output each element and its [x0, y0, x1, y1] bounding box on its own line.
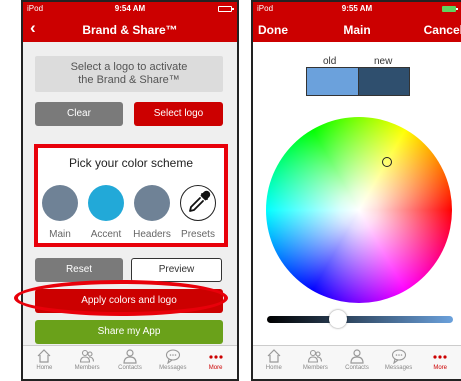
- color-scheme-panel: Pick your color scheme Main Accent Heade…: [34, 144, 228, 247]
- presets-label: Presets: [181, 229, 215, 240]
- color-wheel[interactable]: [266, 117, 452, 303]
- new-color-label: new: [374, 56, 393, 67]
- tab-bar: Home Members Contacts Messages More: [253, 345, 461, 379]
- contacts-icon: [109, 348, 151, 364]
- messages-icon: [152, 348, 194, 364]
- reset-button[interactable]: Reset: [35, 258, 123, 282]
- preview-button[interactable]: Preview: [131, 258, 222, 282]
- page-title: Brand & Share™: [82, 23, 178, 37]
- tab-label: Contacts: [345, 365, 369, 371]
- color-picker-screen: iPod 9:55 AM Done Main Cancel old new Ho…: [251, 0, 461, 381]
- cancel-button[interactable]: Cancel: [424, 23, 461, 37]
- presets-button[interactable]: [180, 185, 216, 221]
- tab-label: Messages: [384, 365, 413, 371]
- tab-label: Messages: [159, 365, 187, 371]
- tab-label: More: [208, 365, 223, 371]
- tab-label: Home: [265, 365, 282, 371]
- more-icon: [195, 348, 237, 364]
- logo-prompt-line2: the Brand & Share™: [78, 74, 180, 86]
- eyedropper-icon: [189, 190, 211, 212]
- members-icon: [66, 348, 108, 364]
- new-color-swatch: [359, 67, 410, 96]
- old-color-swatch: [306, 67, 359, 96]
- tab-messages[interactable]: Messages: [152, 348, 194, 371]
- tab-label: More: [433, 365, 448, 371]
- members-icon: [294, 348, 336, 364]
- messages-icon: [378, 348, 420, 364]
- tab-label: Members: [74, 365, 100, 371]
- nav-bar: Done Main Cancel: [253, 16, 461, 42]
- logo-prompt-line1: Select a logo to activate: [70, 61, 188, 73]
- tab-more[interactable]: More: [195, 348, 237, 371]
- tab-more[interactable]: More: [419, 348, 461, 371]
- main-color-label: Main: [49, 229, 71, 240]
- brightness-slider[interactable]: [267, 316, 453, 323]
- accent-color-swatch[interactable]: [88, 185, 124, 221]
- tab-label: Members: [302, 365, 328, 371]
- brand-share-screen: iPod 9:54 AM ‹ Brand & Share™ Select a l…: [21, 0, 239, 381]
- status-time: 9:55 AM: [341, 4, 373, 13]
- brightness-slider-knob[interactable]: [329, 310, 347, 328]
- status-bar: iPod 9:54 AM: [23, 2, 237, 16]
- more-icon: [419, 348, 461, 364]
- headers-color-label: Headers: [133, 229, 171, 240]
- tab-messages[interactable]: Messages: [378, 348, 420, 371]
- home-icon: [253, 348, 295, 364]
- status-bar: iPod 9:55 AM: [253, 2, 461, 16]
- clear-button[interactable]: Clear: [35, 102, 123, 126]
- logo-prompt: Select a logo to activate the Brand & Sh…: [35, 56, 223, 92]
- tab-label: Contacts: [118, 365, 142, 371]
- color-scheme-title: Pick your color scheme: [68, 156, 194, 170]
- tab-contacts[interactable]: Contacts: [109, 348, 151, 371]
- apply-highlight-ellipse: [14, 280, 228, 316]
- tab-members[interactable]: Members: [294, 348, 336, 371]
- nav-bar: ‹ Brand & Share™: [23, 16, 237, 42]
- select-logo-button[interactable]: Select logo: [134, 102, 223, 126]
- battery-icon: [218, 6, 234, 12]
- main-color-swatch[interactable]: [42, 185, 78, 221]
- home-icon: [23, 348, 65, 364]
- contacts-icon: [336, 348, 378, 364]
- tab-bar: Home Members Contacts Messages More: [23, 345, 237, 379]
- color-wheel-handle[interactable]: [382, 157, 392, 167]
- tab-contacts[interactable]: Contacts: [336, 348, 378, 371]
- headers-color-swatch[interactable]: [134, 185, 170, 221]
- battery-icon: [442, 6, 458, 12]
- tab-label: Home: [36, 365, 53, 371]
- tab-members[interactable]: Members: [66, 348, 108, 371]
- share-app-button[interactable]: Share my App: [35, 320, 223, 344]
- tab-home[interactable]: Home: [253, 348, 295, 371]
- accent-color-label: Accent: [90, 229, 122, 240]
- old-color-label: old: [323, 56, 337, 67]
- tab-home[interactable]: Home: [23, 348, 65, 371]
- status-time: 9:54 AM: [114, 4, 146, 13]
